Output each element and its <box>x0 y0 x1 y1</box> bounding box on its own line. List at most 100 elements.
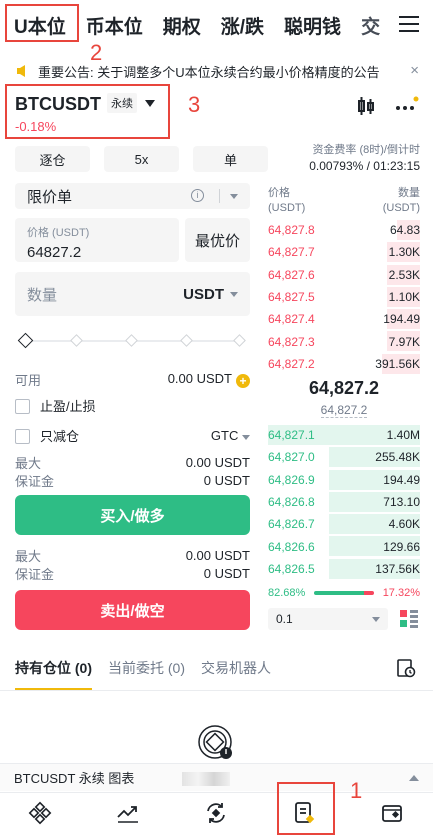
annotation-label-1: 1 <box>350 778 363 803</box>
last-price-block[interactable]: 64,827.2 64,827.2 <box>268 378 420 419</box>
price-column-label: 价格 <box>268 187 290 199</box>
sell-margin-value: 0 USDT <box>203 566 250 581</box>
ask-row[interactable]: 64,827.8 64.83 <box>268 219 420 241</box>
bid-quantity: 713.10 <box>383 495 420 510</box>
annotation-box-symbol <box>5 84 170 139</box>
ratio-bar-buy <box>314 591 364 595</box>
bid-price: 64,826.9 <box>268 472 315 487</box>
bid-row[interactable]: 64,826.8 713.10 <box>268 491 420 513</box>
tpsl-row[interactable]: 止盈/止损 <box>15 396 250 415</box>
reduce-only-row: 只减仓 GTC <box>15 426 250 445</box>
tab-positions[interactable]: 持有仓位 (0) <box>15 658 92 690</box>
bid-row[interactable]: 64,827.1 1.40M <box>268 424 420 446</box>
trade-icon[interactable] <box>204 801 228 825</box>
slider-stop[interactable] <box>180 334 193 347</box>
slider-handle[interactable] <box>17 332 34 349</box>
tab-trading-bots[interactable]: 交易机器人 <box>201 658 271 690</box>
divider <box>0 690 433 691</box>
wallet-icon[interactable] <box>380 801 404 825</box>
funding-rate[interactable]: 资金费率 (8时)/倒计时 0.00793% / 01:23:15 <box>309 142 420 174</box>
ask-quantity: 194.49 <box>383 312 420 327</box>
slider-stop[interactable] <box>70 334 83 347</box>
reduce-only-checkbox[interactable] <box>15 429 30 444</box>
ask-price: 64,827.2 <box>268 356 315 371</box>
ask-row[interactable]: 64,827.7 1.30K <box>268 241 420 263</box>
add-funds-icon[interactable]: + <box>236 374 250 388</box>
available-row: 可用 0.00 USDT + <box>15 370 250 389</box>
close-icon[interactable]: × <box>410 62 419 79</box>
header-actions <box>337 96 419 116</box>
ask-price: 64,827.5 <box>268 290 315 305</box>
home-icon[interactable] <box>28 801 52 825</box>
announcement-bar[interactable]: 重要公告: 关于调整多个U本位永续合约最小价格精度的公告 × <box>0 57 433 85</box>
bid-quantity: 1.40M <box>386 428 420 443</box>
order-history-icon[interactable] <box>396 658 416 678</box>
bid-row[interactable]: 64,826.7 4.60K <box>268 513 420 535</box>
price-column-unit: (USDT) <box>268 202 306 214</box>
position-mode-button[interactable]: 单 <box>193 146 268 172</box>
depth-step-select[interactable]: 0.1 <box>268 608 388 630</box>
ratio-bar <box>314 591 374 595</box>
ask-quantity: 64.83 <box>389 223 420 238</box>
order-type-value: 限价单 <box>27 188 73 206</box>
speaker-icon <box>17 65 25 77</box>
orderbook-layout-icon[interactable] <box>400 610 418 628</box>
slider-stop[interactable] <box>233 334 246 347</box>
best-price-button[interactable]: 最优价 <box>185 218 250 262</box>
price-value[interactable]: 64827.2 <box>27 244 167 261</box>
reduce-only-label: 只减仓 <box>40 429 80 444</box>
order-type-select[interactable]: 限价单 i <box>15 183 250 209</box>
tif-select[interactable]: GTC <box>211 428 250 443</box>
ask-row[interactable]: 64,827.6 2.53K <box>268 264 420 286</box>
buy-sell-ratio: 82.68% 17.32% <box>268 587 420 599</box>
price-input[interactable]: 价格 (USDT) 64827.2 <box>15 218 179 262</box>
ask-list: 64,827.8 64.83 64,827.7 1.30K 64,827.6 2.53K 6… <box>268 219 420 375</box>
ask-row[interactable]: 64,827.3 7.97K <box>268 330 420 352</box>
ask-price: 64,827.8 <box>268 223 315 238</box>
bid-row[interactable]: 64,826.6 129.66 <box>268 535 420 557</box>
sell-ratio: 17.32% <box>382 587 420 599</box>
sell-short-button[interactable]: 卖出/做空 <box>15 590 250 630</box>
tpsl-checkbox[interactable] <box>15 399 30 414</box>
bid-row[interactable]: 64,826.9 194.49 <box>268 469 420 491</box>
tif-value: GTC <box>210 428 239 443</box>
ask-row[interactable]: 64,827.5 1.10K <box>268 286 420 308</box>
ask-row[interactable]: 64,827.2 391.56K <box>268 353 420 375</box>
tab-up-down[interactable]: 涨/跌 <box>221 12 264 39</box>
margin-mode-button[interactable]: 逐仓 <box>15 146 90 172</box>
bid-price: 64,826.7 <box>268 517 315 532</box>
bid-quantity: 194.49 <box>383 472 420 487</box>
funding-label: 资金费率 (8时)/倒计时 <box>312 144 420 156</box>
tab-options[interactable]: 期权 <box>163 12 201 39</box>
tab-coin-margined[interactable]: 币本位 <box>86 12 143 39</box>
leverage-button[interactable]: 5x <box>104 146 179 172</box>
bid-price: 64,827.0 <box>268 450 315 465</box>
bid-row[interactable]: 64,826.5 137.56K <box>268 558 420 580</box>
quantity-unit-select[interactable]: USDT <box>183 286 224 303</box>
sell-max-value: 0.00 USDT <box>185 548 250 563</box>
blurred-content <box>182 772 230 786</box>
bid-list: 64,827.1 1.40M 64,827.0 255.48K 64,826.9 194.… <box>268 424 420 580</box>
available-label: 可用 <box>15 373 42 388</box>
slider-stop[interactable] <box>125 334 138 347</box>
buy-long-button[interactable]: 买入/做多 <box>15 495 250 535</box>
info-icon[interactable]: i <box>191 189 204 202</box>
announcement-text[interactable]: 重要公告: 关于调整多个U本位永续合约最小价格精度的公告 <box>38 62 398 81</box>
chevron-up-icon[interactable] <box>409 775 419 781</box>
tab-smart-money[interactable]: 聪明钱 <box>284 12 341 39</box>
candlestick-icon[interactable] <box>357 96 375 116</box>
ask-row[interactable]: 64,827.4 194.49 <box>268 308 420 330</box>
ask-quantity: 7.97K <box>388 334 420 349</box>
quantity-input[interactable]: 数量 USDT <box>15 272 250 316</box>
buy-max-value: 0.00 USDT <box>185 455 250 470</box>
annotation-box-u-tab <box>5 4 79 42</box>
markets-icon[interactable] <box>116 801 140 825</box>
tab-open-orders[interactable]: 当前委托 (0) <box>108 658 185 690</box>
buy-ratio: 82.68% <box>268 587 306 599</box>
last-price: 64,827.2 <box>308 378 380 398</box>
bid-price: 64,826.6 <box>268 539 315 554</box>
more-options-icon[interactable] <box>395 96 419 116</box>
amount-slider[interactable] <box>17 332 246 349</box>
bid-row[interactable]: 64,827.0 255.48K <box>268 446 420 468</box>
bid-price: 64,827.1 <box>268 428 315 443</box>
